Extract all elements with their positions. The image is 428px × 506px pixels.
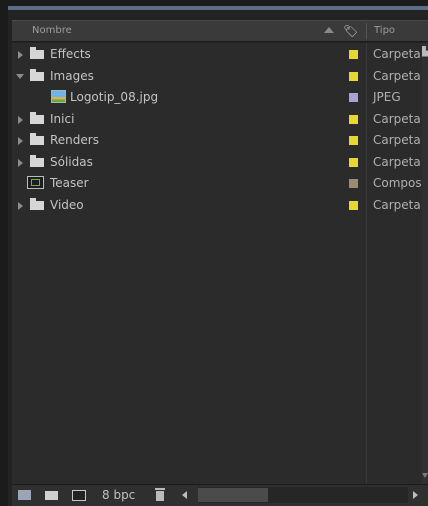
item-type: Carpeta [373,133,421,147]
new-composition-icon[interactable] [72,490,86,501]
vertical-scrollbar[interactable] [422,43,428,484]
name-column-header[interactable]: Nombre [32,25,72,36]
folder-icon [30,47,44,59]
list-item-teaser[interactable]: Teaser Compos [12,173,422,194]
item-name: Renders [50,133,99,147]
folder-icon [30,198,44,210]
folder-icon [30,133,44,145]
label-color-swatch[interactable] [349,201,358,210]
list-item-images[interactable]: Images Carpeta [12,66,422,87]
item-name: Logotip_08.jpg [70,90,159,104]
column-divider[interactable] [366,23,367,39]
trash-icon[interactable] [155,488,165,501]
item-name: Teaser [50,176,89,190]
item-type: Carpeta [373,198,421,212]
sort-ascending-icon[interactable] [324,27,334,33]
type-column-header[interactable]: Tipo [374,25,395,36]
item-type: Carpeta [373,155,421,169]
list-item-inici[interactable]: Inici Carpeta [12,109,422,130]
scroll-right-icon[interactable] [413,491,418,499]
item-name: Video [50,198,84,212]
scroll-down-icon[interactable] [422,473,428,478]
bit-depth-button[interactable]: 8 bpc [102,488,135,502]
item-name: Sólidas [50,155,93,169]
scrollbar-thumb[interactable] [198,488,268,502]
label-color-swatch[interactable] [349,179,358,188]
list-item-logotip[interactable]: Logotip_08.jpg JPEG [12,87,422,108]
horizontal-scrollbar[interactable] [198,487,408,503]
item-name: Effects [50,47,91,61]
image-file-icon [51,90,66,103]
item-type: Compos [373,176,422,190]
column-header: Nombre 🏷 Tipo [12,20,428,42]
expand-arrow-icon[interactable] [18,137,23,145]
project-panel: Nombre 🏷 Tipo Effects Carpeta Images Car… [8,6,428,506]
item-type: Carpeta [373,112,421,126]
label-color-swatch[interactable] [349,115,358,124]
item-name: Inici [50,112,75,126]
folder-icon [30,155,44,167]
expand-arrow-icon[interactable] [18,116,23,124]
list-item-renders[interactable]: Renders Carpeta [12,130,422,151]
folder-icon [30,69,44,81]
expand-arrow-icon[interactable] [18,202,23,210]
label-color-swatch[interactable] [349,136,358,145]
folder-icon [30,112,44,124]
expand-arrow-icon[interactable] [18,159,23,167]
label-color-swatch[interactable] [349,72,358,81]
list-item-solidas[interactable]: Sólidas Carpeta [12,152,422,173]
item-type: JPEG [373,90,401,104]
project-item-list: Effects Carpeta Images Carpeta Logotip_0… [12,43,422,484]
label-tag-icon[interactable]: 🏷 [343,24,358,38]
label-color-swatch[interactable] [349,93,358,102]
item-type: Carpeta [373,47,421,61]
expand-arrow-icon[interactable] [18,51,23,59]
bottom-toolbar: 8 bpc [12,484,428,506]
panel-focus-bar [8,6,428,10]
list-item-video[interactable]: Video Carpeta [12,195,422,216]
item-name: Images [50,69,94,83]
panel-menu-icon[interactable]: ▙ [422,46,428,60]
label-color-swatch[interactable] [349,158,358,167]
new-folder-icon[interactable] [45,491,58,500]
scroll-left-icon[interactable] [182,491,187,499]
item-type: Carpeta [373,69,421,83]
composition-icon [27,176,44,189]
interpret-footage-icon[interactable] [18,490,31,500]
label-color-swatch[interactable] [349,50,358,59]
collapse-arrow-icon[interactable] [16,74,24,79]
list-item-effects[interactable]: Effects Carpeta [12,44,422,65]
